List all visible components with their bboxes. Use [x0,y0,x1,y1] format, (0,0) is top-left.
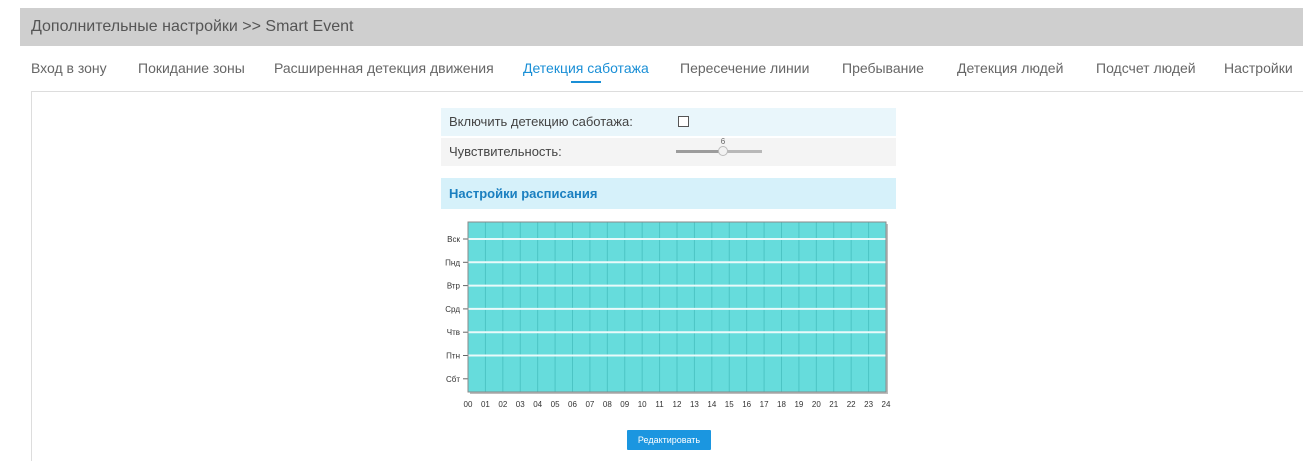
schedule-hour-label: 06 [568,400,577,409]
tab-tamper-detection-label: Детекция саботажа [523,60,649,76]
schedule-hour-label: 18 [777,400,786,409]
schedule-hour-label: 21 [829,400,838,409]
enable-tamper-row: Включить детекцию саботажа: [441,108,896,136]
schedule-hour-label: 22 [847,400,856,409]
schedule-hour-label: 13 [690,400,699,409]
schedule-hour-label: 00 [464,400,473,409]
tab-bar: Вход в зону Покидание зоны Расширенная д… [0,46,1303,88]
enable-tamper-label: Включить детекцию саботажа: [449,114,633,129]
edit-schedule-button[interactable]: Редактировать [627,430,711,450]
schedule-hour-label: 19 [794,400,803,409]
schedule-day-label: Сбт [446,375,460,384]
sensitivity-row: Чувствительность: 6 [441,138,896,166]
schedule-header: Настройки расписания [441,178,896,209]
schedule-hour-label: 16 [742,400,751,409]
tab-line-crossing[interactable]: Пересечение линии [680,60,809,76]
schedule-hour-label: 09 [620,400,629,409]
tab-human-detection[interactable]: Детекция людей [957,60,1063,76]
tab-zone-exit[interactable]: Покидание зоны [138,60,245,76]
schedule-hour-label: 15 [725,400,734,409]
breadcrumb: Дополнительные настройки >> Smart Event [31,18,354,35]
schedule-hour-label: 24 [882,400,891,409]
schedule-hour-label: 07 [585,400,594,409]
tab-advanced-motion-detection[interactable]: Расширенная детекция движения [274,60,494,76]
schedule-hour-label: 08 [603,400,612,409]
tab-loitering[interactable]: Пребывание [842,60,924,76]
schedule-hour-label: 10 [638,400,647,409]
sensitivity-value: 6 [720,137,726,146]
schedule-hour-label: 20 [812,400,821,409]
enable-tamper-checkbox[interactable] [678,116,689,127]
sensitivity-slider-handle[interactable] [718,146,728,156]
schedule-hour-label: 17 [760,400,769,409]
schedule-day-label: Втр [447,282,461,291]
tab-tamper-detection[interactable]: Детекция саботажа [523,60,649,83]
schedule-title: Настройки расписания [449,186,598,201]
tab-people-counting[interactable]: Подсчет людей [1096,60,1196,76]
active-tab-underline [571,81,601,83]
tab-zone-entry[interactable]: Вход в зону [31,60,107,76]
schedule-day-label: Чтв [447,328,460,337]
schedule-grid[interactable]: Вск Пнд Втр Срд Чтв Птн Сбт 00 01 02 03 04 05 06 07 08 0… [441,215,896,415]
sensitivity-label: Чувствительность: [449,144,562,159]
schedule-day-label: Птн [446,352,460,361]
schedule-day-label: Пнд [445,258,460,267]
schedule-hour-label: 02 [498,400,507,409]
sensitivity-slider-fill [676,150,723,153]
schedule-day-label: Срд [445,305,460,314]
schedule-hour-label: 23 [864,400,873,409]
schedule-hour-label: 03 [516,400,525,409]
page-title-bar: Дополнительные настройки >> Smart Event [20,8,1303,46]
schedule-day-label: Вск [447,235,460,244]
schedule-hour-label: 14 [707,400,716,409]
schedule-hour-label: 05 [551,400,560,409]
schedule-hour-label: 11 [655,400,664,409]
schedule-hour-label: 01 [481,400,490,409]
schedule-hour-label: 04 [533,400,542,409]
schedule-hour-label: 12 [673,400,682,409]
sensitivity-slider[interactable]: 6 [676,138,762,156]
tab-settings[interactable]: Настройки [1224,60,1293,76]
